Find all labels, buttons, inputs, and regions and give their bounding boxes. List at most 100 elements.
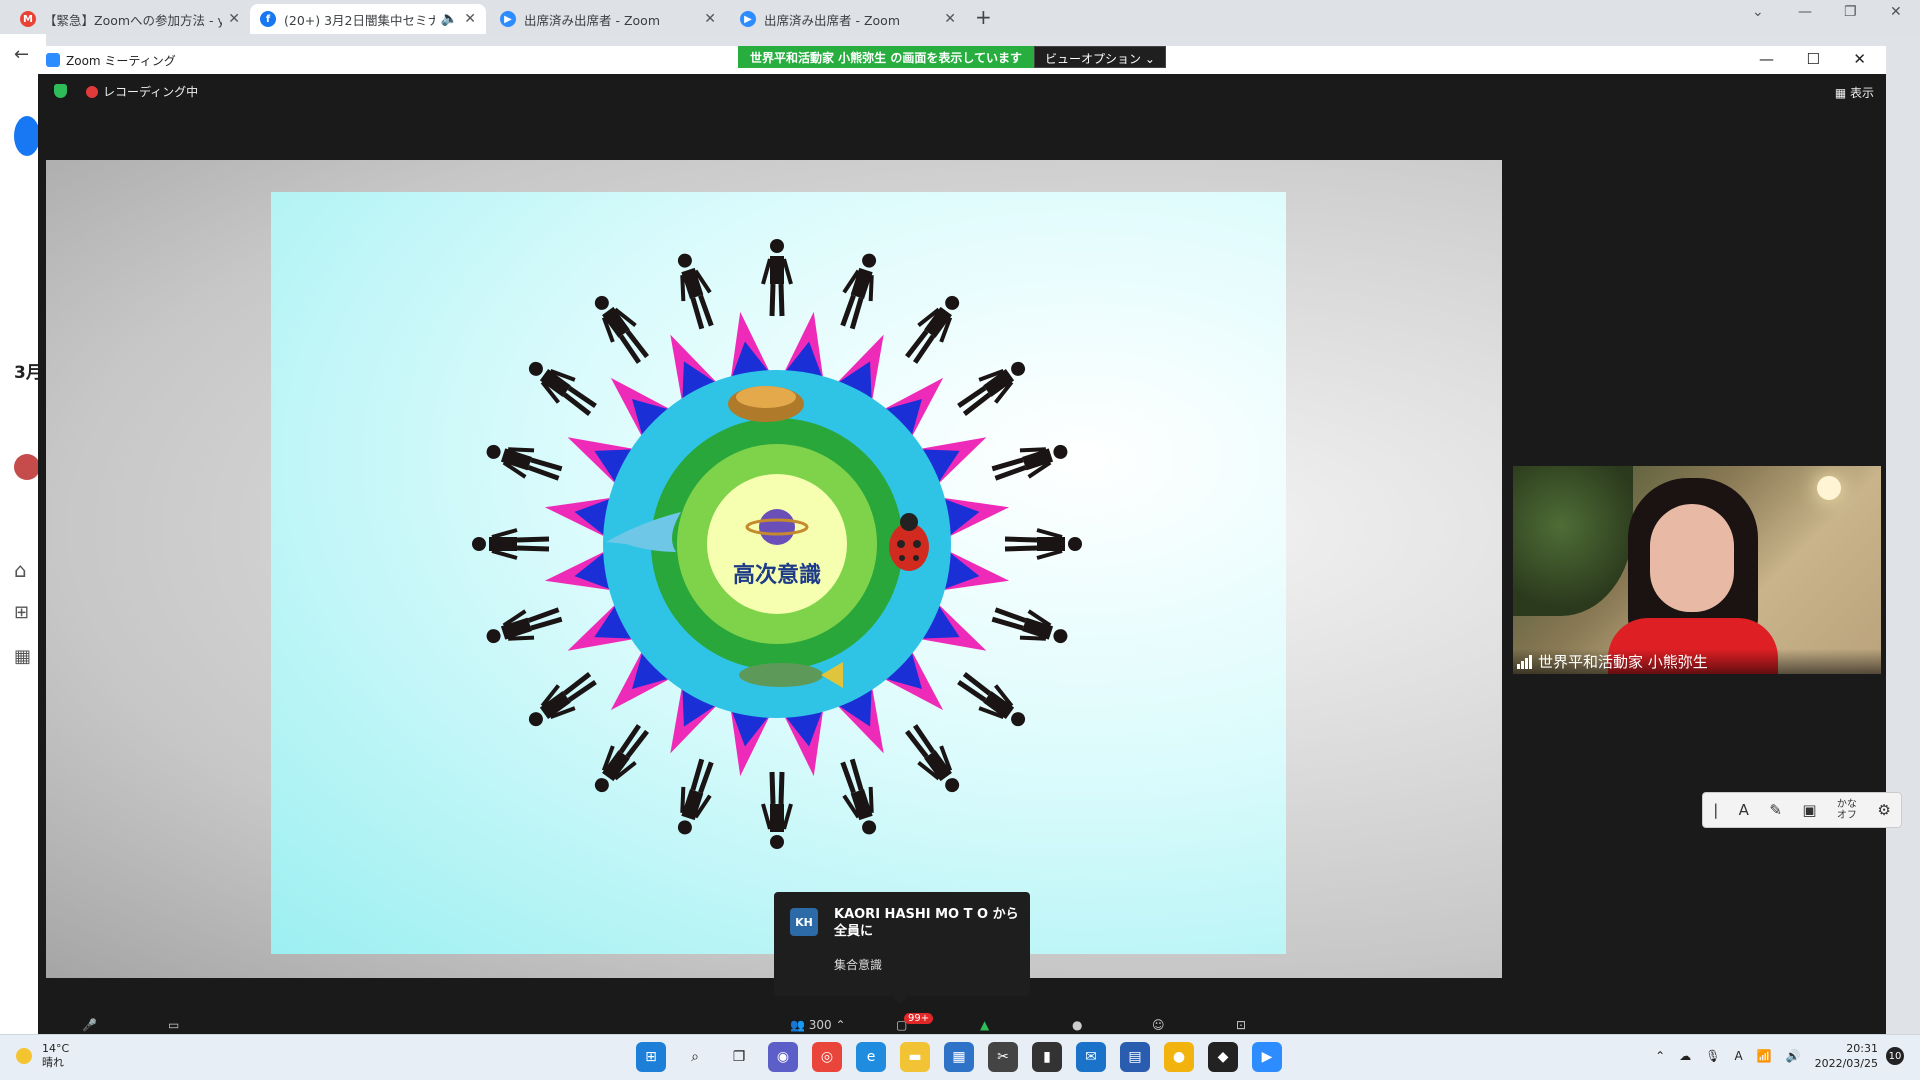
view-options-button[interactable]: ビューオプション ⌄ bbox=[1034, 46, 1166, 68]
close-icon[interactable]: ✕ bbox=[944, 11, 956, 27]
share-screen-icon[interactable]: ▲ bbox=[980, 1018, 989, 1032]
browser-tab-gmail[interactable]: M 【緊急】Zoomへの参加方法 - yosh ✕ bbox=[10, 4, 250, 34]
person-figure bbox=[677, 758, 714, 835]
apps-icon[interactable]: ⊡ bbox=[1236, 1018, 1246, 1032]
popup-arrow bbox=[892, 996, 908, 1004]
person-figure bbox=[904, 724, 960, 793]
close-icon[interactable]: ✕ bbox=[1853, 50, 1866, 68]
maximize-icon[interactable]: ☐ bbox=[1807, 50, 1820, 68]
close-icon[interactable]: ✕ bbox=[228, 11, 240, 27]
ime-dictionary-icon[interactable]: ▣ bbox=[1802, 801, 1816, 819]
camera-icon[interactable]: ▭ bbox=[168, 1018, 179, 1032]
home-icon[interactable]: ⌂ bbox=[14, 558, 27, 582]
system-tray: ⌃ ☁ 🎙 A 📶 🔊 20:31 2022/03/25 10 bbox=[1655, 1041, 1904, 1071]
chevron-down-icon[interactable]: ⌄ bbox=[1752, 4, 1764, 20]
person-figure bbox=[528, 671, 597, 727]
participants-button[interactable]: 👥 300 ⌃ bbox=[790, 1018, 846, 1032]
turtle-icon bbox=[728, 386, 804, 422]
add-icon[interactable]: ⊞ bbox=[14, 602, 29, 623]
speaker-icon[interactable]: 🔈 bbox=[441, 11, 458, 27]
ime-kana-toggle[interactable]: かな オフ bbox=[1837, 799, 1857, 821]
facebook-icon: f bbox=[260, 11, 276, 27]
person-figure bbox=[957, 361, 1026, 417]
minimize-icon[interactable]: — bbox=[1759, 50, 1774, 68]
reactions-icon[interactable]: ☺ bbox=[1152, 1018, 1165, 1032]
shield-icon[interactable] bbox=[54, 84, 67, 98]
recording-indicator[interactable]: レコーディング中 bbox=[86, 83, 198, 100]
cloud-icon[interactable]: ☁ bbox=[1679, 1049, 1691, 1063]
ime-toolbar: | A ✎ ▣ かな オフ ⚙ bbox=[1702, 792, 1902, 828]
tab-label: 出席済み出席者 - Zoom bbox=[524, 12, 660, 28]
ime-indicator-icon[interactable]: A bbox=[1734, 1049, 1742, 1063]
background-lamp bbox=[1817, 476, 1841, 500]
wifi-icon[interactable]: 📶 bbox=[1757, 1049, 1772, 1063]
view-label: 表示 bbox=[1849, 86, 1874, 100]
person-figure bbox=[761, 771, 793, 849]
zoom-icon: ▶ bbox=[500, 11, 516, 27]
mail-icon[interactable]: ✉ bbox=[1076, 1042, 1106, 1072]
browser-tab-bar: M 【緊急】Zoomへの参加方法 - yosh ✕ f (20+) 3月2日闇集… bbox=[0, 0, 1920, 34]
close-icon[interactable]: ✕ bbox=[704, 11, 716, 27]
person-figure bbox=[904, 295, 960, 364]
view-button[interactable]: ▦ 表示 bbox=[1835, 84, 1874, 101]
person-figure bbox=[486, 607, 563, 644]
ime-pad-icon[interactable]: ✎ bbox=[1769, 801, 1782, 819]
browser-tab-zoom-1[interactable]: ▶ 出席済み出席者 - Zoom ✕ bbox=[490, 4, 726, 34]
person-figure bbox=[840, 253, 877, 330]
person-figure bbox=[991, 444, 1068, 481]
taskbar-apps: ⊞ ⌕ ❐ ◉ ◎ e ▬ ▦ ✂ ▮ ✉ ▤ ● ◆ ▶ bbox=[636, 1042, 1296, 1072]
app-icon[interactable]: ● bbox=[1164, 1042, 1194, 1072]
person-figure bbox=[840, 758, 877, 835]
edge-icon[interactable]: e bbox=[856, 1042, 886, 1072]
browser-tab-zoom-2[interactable]: ▶ 出席済み出席者 - Zoom ✕ bbox=[730, 4, 966, 34]
person-figure bbox=[472, 528, 550, 560]
task-view-icon[interactable]: ❐ bbox=[724, 1042, 754, 1072]
chat-app-icon[interactable]: ◆ bbox=[1208, 1042, 1238, 1072]
search-icon[interactable]: ⌕ bbox=[680, 1042, 710, 1072]
restore-icon[interactable]: ❐ bbox=[1844, 4, 1857, 20]
notepad-icon[interactable]: ▤ bbox=[1120, 1042, 1150, 1072]
weather-widget[interactable]: 14°C 晴れ bbox=[16, 1042, 69, 1070]
speaker-figure bbox=[1608, 478, 1778, 674]
ime-mode-icon[interactable]: A bbox=[1739, 801, 1749, 819]
planet-icon bbox=[759, 509, 795, 545]
store-icon[interactable]: ▦ bbox=[944, 1042, 974, 1072]
person-figure bbox=[761, 239, 793, 317]
close-icon[interactable]: ✕ bbox=[1890, 4, 1902, 20]
zoom-control-bar: 🎤 ▭ 👥 300 ⌃ ▢ ▲ ● ☺ ⊡ bbox=[40, 1010, 1886, 1032]
shared-screen: 高次意識 bbox=[46, 160, 1502, 978]
record-button-icon[interactable]: ● bbox=[1072, 1018, 1082, 1032]
windows-start-icon[interactable]: ⊞ bbox=[636, 1042, 666, 1072]
facebook-logo-icon[interactable] bbox=[14, 116, 40, 156]
new-tab-button[interactable]: + bbox=[975, 5, 992, 29]
minimize-icon[interactable]: — bbox=[1798, 4, 1812, 20]
avatar[interactable] bbox=[14, 454, 40, 480]
chevron-up-icon[interactable]: ⌃ bbox=[1655, 1049, 1665, 1063]
teams-chat-icon[interactable]: ◉ bbox=[768, 1042, 798, 1072]
notification-badge[interactable]: 10 bbox=[1886, 1047, 1904, 1065]
person-figure bbox=[957, 671, 1026, 727]
tab-label: 出席済み出席者 - Zoom bbox=[764, 12, 900, 28]
video-name-label: 世界平和活動家 小熊弥生 bbox=[1513, 649, 1881, 674]
signal-strength-icon bbox=[1517, 654, 1533, 669]
volume-icon[interactable]: 🔊 bbox=[1786, 1049, 1801, 1063]
clock[interactable]: 20:31 2022/03/25 bbox=[1815, 1041, 1878, 1071]
ime-cursor-icon[interactable]: | bbox=[1713, 801, 1718, 819]
speaker-video-tile[interactable]: 世界平和活動家 小熊弥生 bbox=[1513, 466, 1881, 674]
slide-graphic: 高次意識 bbox=[472, 239, 1082, 849]
table-icon[interactable]: ▦ bbox=[14, 646, 31, 667]
zoom-icon[interactable]: ▶ bbox=[1252, 1042, 1282, 1072]
microphone-icon[interactable]: 🎙 bbox=[1705, 1049, 1720, 1063]
chrome-icon[interactable]: ◎ bbox=[812, 1042, 842, 1072]
browser-tab-facebook[interactable]: f (20+) 3月2日闇集中セミナー | 🔈 ✕ bbox=[250, 4, 486, 34]
gear-icon[interactable]: ⚙ bbox=[1877, 801, 1890, 819]
media-icon[interactable]: ▮ bbox=[1032, 1042, 1062, 1072]
snipping-tool-icon[interactable]: ✂ bbox=[988, 1042, 1018, 1072]
back-arrow-icon[interactable]: ← bbox=[14, 44, 29, 65]
close-icon[interactable]: ✕ bbox=[464, 11, 476, 27]
mute-icon[interactable]: 🎤 bbox=[82, 1018, 97, 1032]
tab-label: 【緊急】Zoomへの参加方法 - yosh bbox=[44, 12, 223, 28]
date: 2022/03/25 bbox=[1814, 1057, 1878, 1070]
chat-notification[interactable]: KH KAORI HASHI MO T O から全員に 集合意識 bbox=[774, 892, 1030, 1004]
file-explorer-icon[interactable]: ▬ bbox=[900, 1042, 930, 1072]
